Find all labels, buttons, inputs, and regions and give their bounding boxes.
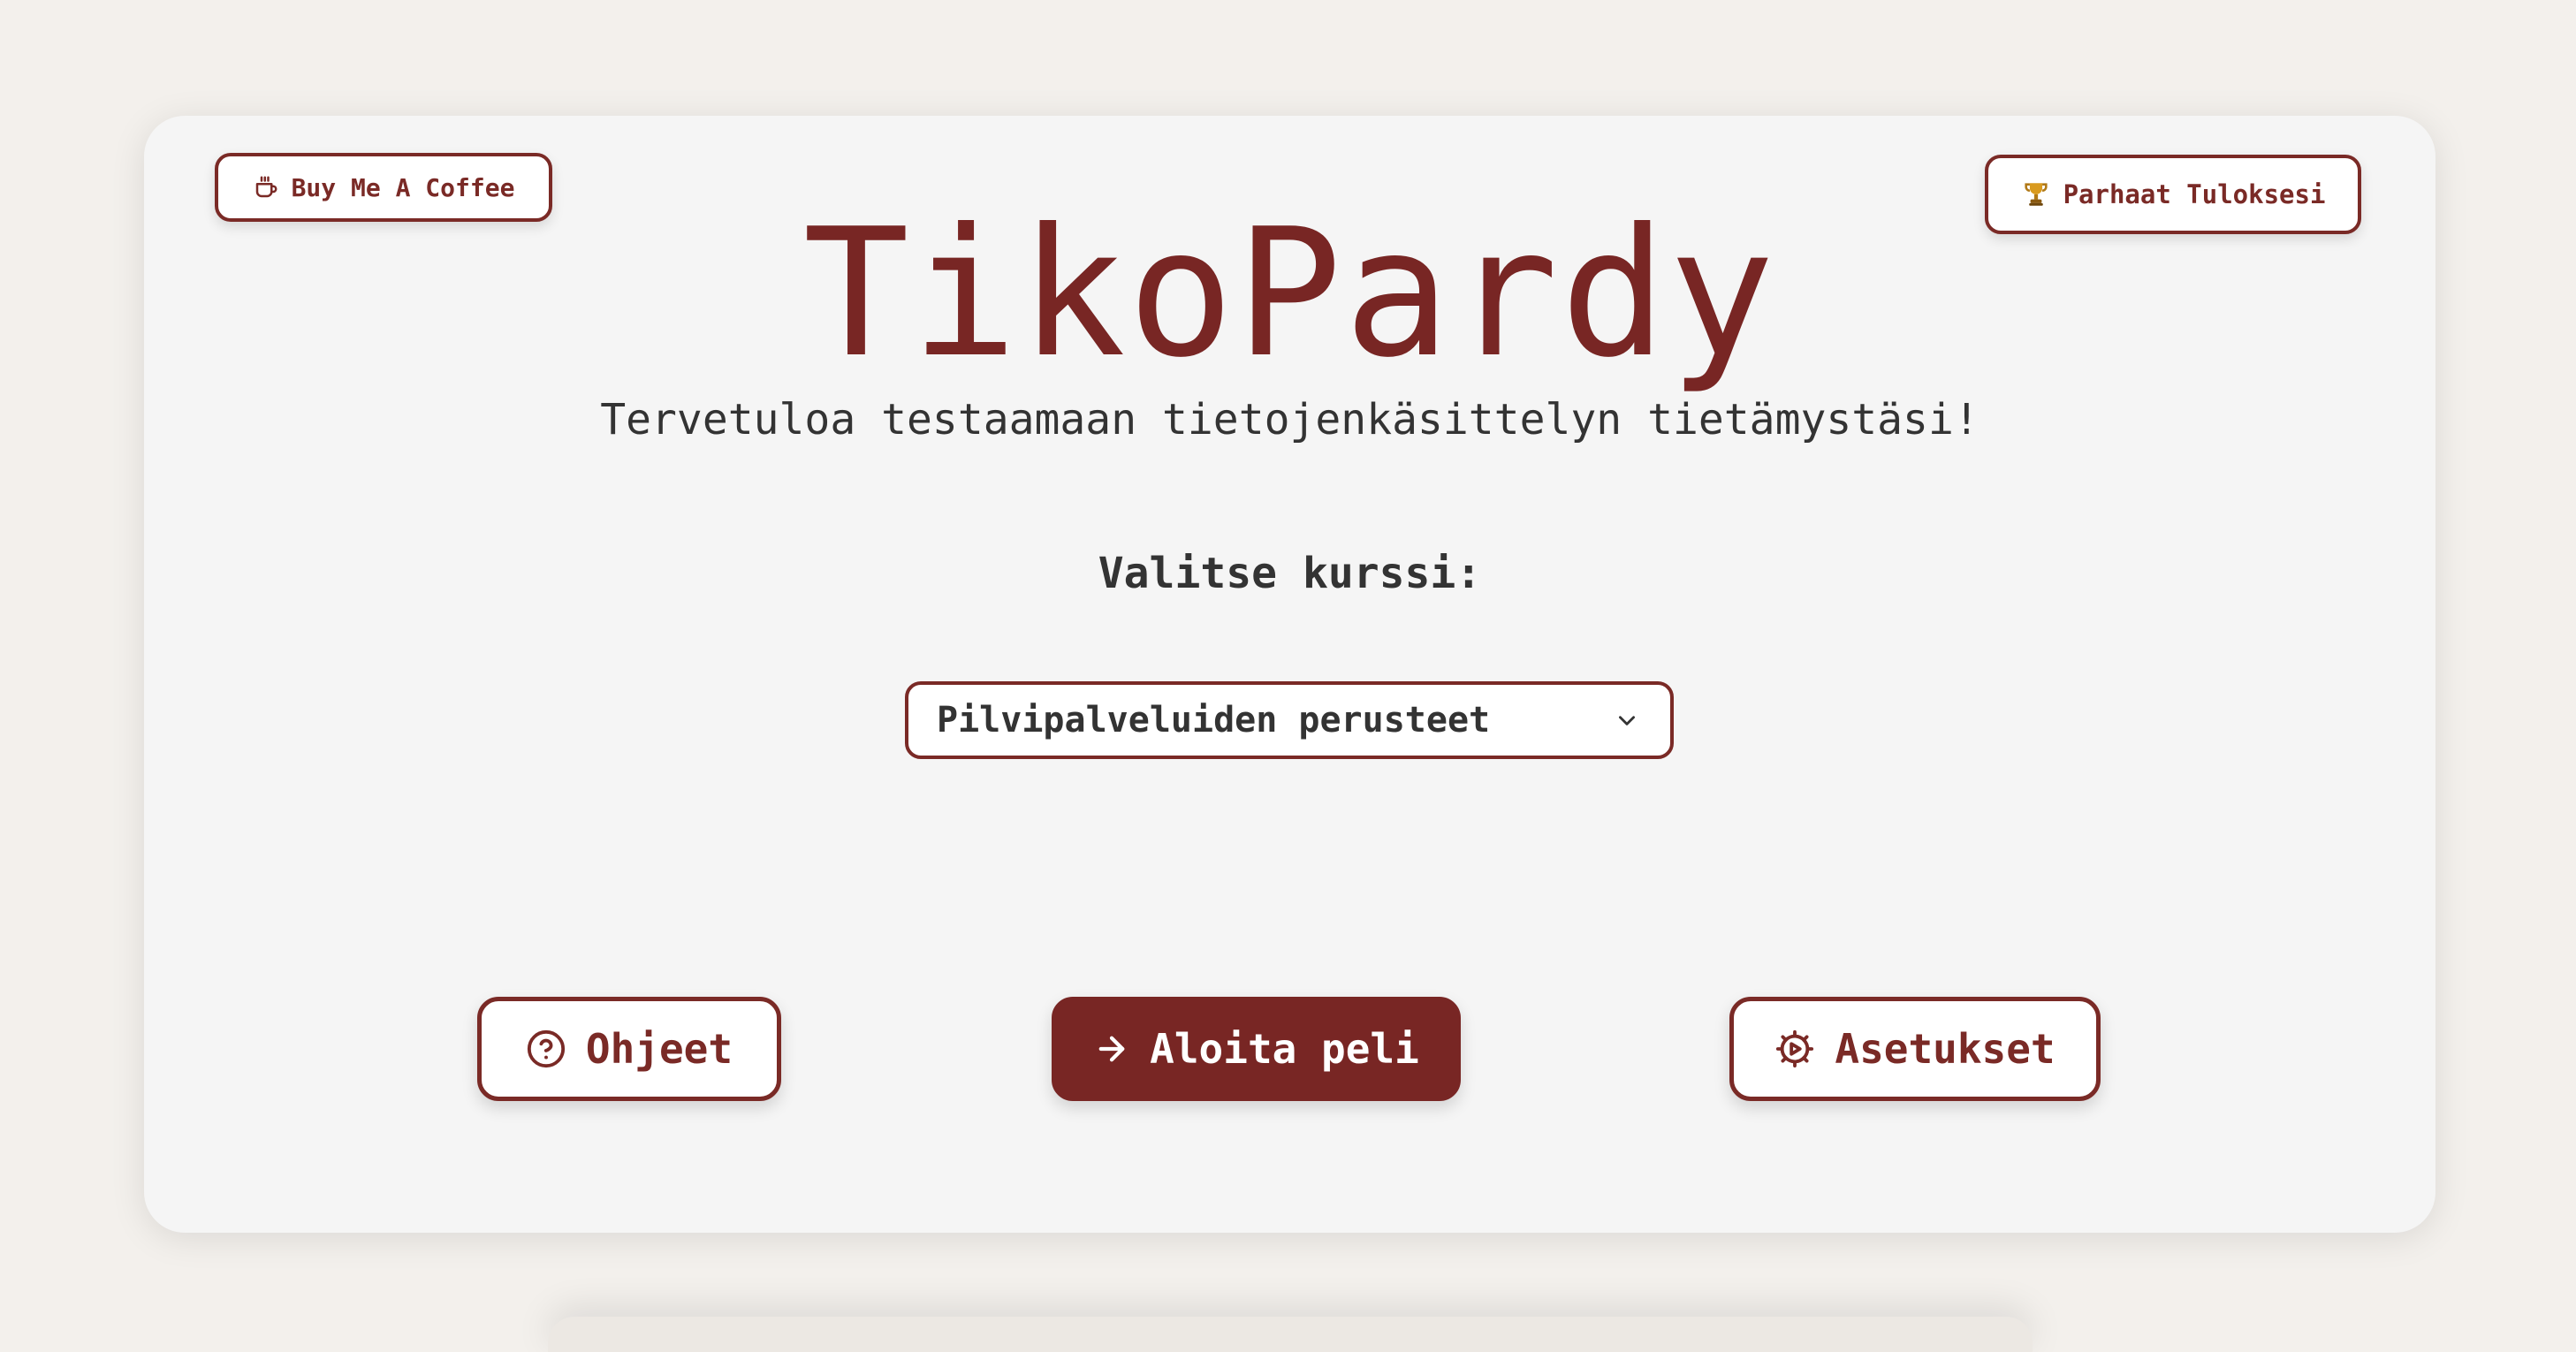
start-game-label: Aloita peli	[1150, 1025, 1419, 1073]
course-select[interactable]: Pilvipalveluiden perusteet	[905, 681, 1674, 759]
page-title: TikoPardy	[802, 191, 1777, 397]
start-game-button[interactable]: Aloita peli	[1052, 997, 1461, 1101]
footer-panel-edge	[548, 1317, 2033, 1352]
arrow-right-icon	[1093, 1030, 1130, 1067]
welcome-subtitle: Tervetuloa testaamaan tietojenkäsittelyn…	[600, 395, 1979, 444]
course-select-label: Valitse kurssi:	[1098, 549, 1482, 598]
gear-icon	[1774, 1029, 1815, 1069]
question-circle-icon	[526, 1029, 566, 1069]
help-label: Ohjeet	[585, 1025, 733, 1073]
main-card: Buy Me A Coffee Parhaat Tuloksesi TikoPa…	[144, 116, 2435, 1233]
settings-button[interactable]: Asetukset	[1729, 997, 2101, 1101]
settings-label: Asetukset	[1835, 1025, 2055, 1073]
help-button[interactable]: Ohjeet	[477, 997, 781, 1101]
course-select-value: Pilvipalveluiden perusteet	[937, 700, 1491, 741]
chevron-down-icon	[1612, 705, 1642, 735]
